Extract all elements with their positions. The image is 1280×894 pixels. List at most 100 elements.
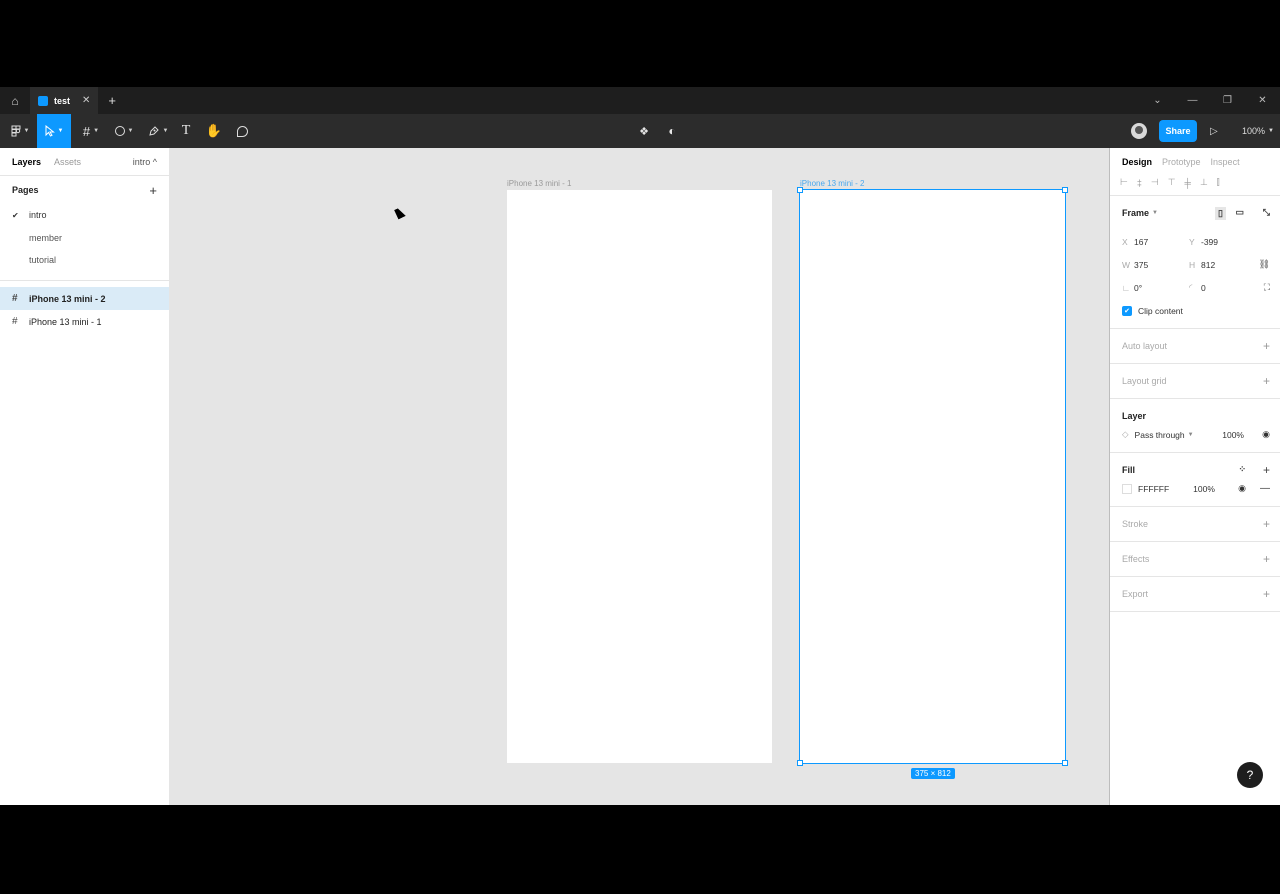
figma-app: ⌂ test ✕ + ⌄ — ❐ ✕ ▼ ▼ # ▼ ▼ ▼ T ✋ ❖ ◐ S… (0, 87, 1280, 805)
frame-label[interactable]: iPhone 13 mini - 2 (800, 179, 864, 188)
pen-icon (148, 126, 159, 136)
minimize-icon[interactable]: — (1175, 95, 1210, 106)
x-field[interactable]: X 167 (1122, 237, 1189, 247)
page-switcher[interactable]: intro ^ (133, 157, 157, 167)
chevron-down-icon: ▼ (23, 128, 30, 134)
frame-label[interactable]: iPhone 13 mini - 1 (507, 179, 571, 188)
play-icon[interactable]: ▷ (1210, 114, 1218, 148)
w-value: 375 (1134, 259, 1149, 270)
add-stroke-icon[interactable]: + (1263, 517, 1270, 531)
chevron-down-icon: ▼ (1268, 128, 1274, 134)
fill-opacity[interactable]: 100% (1193, 484, 1215, 494)
right-panel: Design Prototype Inspect ⊢ ‡ ⊣ ⊤ ╪ ⊥ ⫿ F… (1109, 148, 1280, 805)
close-tab-icon[interactable]: ✕ (82, 95, 90, 106)
radius-field[interactable]: ◜ 0 (1189, 282, 1256, 293)
page-item-tutorial[interactable]: tutorial (0, 249, 169, 272)
h-field[interactable]: H 812 (1189, 260, 1256, 270)
blend-mode-dropdown[interactable]: Pass through (1135, 430, 1185, 440)
left-panel-tabs: Layers Assets intro ^ (0, 148, 169, 176)
stroke-header: Stroke + (1110, 507, 1280, 541)
mask-button[interactable]: ◐ (663, 114, 681, 148)
comment-tool-button[interactable] (233, 114, 251, 148)
layers-list: # iPhone 13 mini - 2 # iPhone 13 mini - … (0, 280, 169, 333)
align-bottom-icon[interactable]: ⊥ (1200, 177, 1208, 188)
portrait-icon[interactable]: ▯ (1215, 207, 1226, 220)
selection-box (799, 189, 1066, 764)
align-top-icon[interactable]: ⊤ (1168, 177, 1176, 188)
hand-tool-button[interactable]: ✋ (205, 114, 223, 148)
add-layout-grid-icon[interactable]: + (1263, 374, 1270, 388)
tab-design[interactable]: Design (1122, 157, 1152, 167)
component-button[interactable]: ❖ (635, 114, 653, 148)
distribute-icon[interactable]: ⫿ (1217, 177, 1220, 188)
resize-handle[interactable] (1062, 760, 1068, 766)
resize-handle[interactable] (797, 187, 803, 193)
zoom-dropdown[interactable]: 100% ▼ (1242, 114, 1274, 148)
page-item-member[interactable]: member (0, 227, 169, 250)
align-center-icon[interactable]: ‡ (1137, 178, 1142, 188)
add-page-icon[interactable]: + (149, 183, 157, 198)
frame-title[interactable]: Frame (1122, 208, 1149, 218)
eye-icon[interactable]: ◉ (1238, 483, 1246, 494)
tab-assets[interactable]: Assets (54, 157, 81, 167)
independent-corners-icon[interactable]: ⛶ (1264, 282, 1270, 293)
main-menu-button[interactable]: ▼ (4, 114, 36, 148)
layer-item[interactable]: # iPhone 13 mini - 1 (0, 310, 169, 333)
align-middle-icon[interactable]: ╪ (1185, 178, 1191, 188)
frame-tool-button[interactable]: # ▼ (77, 114, 105, 148)
pen-tool-button[interactable]: ▼ (144, 114, 172, 148)
canvas[interactable]: iPhone 13 mini - 1 iPhone 13 mini - 2 37… (170, 148, 1109, 805)
add-fill-icon[interactable]: + (1263, 463, 1270, 477)
add-auto-layout-icon[interactable]: + (1263, 339, 1270, 353)
resize-handle[interactable] (797, 760, 803, 766)
constrain-proportions-icon[interactable]: ⛓ (1259, 259, 1270, 270)
frame-iphone-13-mini-1[interactable] (507, 190, 772, 763)
add-export-icon[interactable]: + (1263, 587, 1270, 601)
fill-hex[interactable]: FFFFFF (1138, 484, 1169, 494)
landscape-icon[interactable]: ▭ (1235, 207, 1244, 218)
restore-icon[interactable]: ❐ (1210, 95, 1245, 106)
stroke-section: Stroke + (1110, 507, 1280, 542)
tab-prototype[interactable]: Prototype (1162, 157, 1201, 167)
home-icon[interactable]: ⌂ (0, 87, 30, 114)
layer-opacity[interactable]: 100% (1222, 430, 1244, 440)
chevron-down-icon[interactable]: ⌄ (1140, 95, 1175, 106)
layer-label: iPhone 13 mini - 2 (29, 293, 106, 304)
close-window-icon[interactable]: ✕ (1245, 95, 1280, 106)
help-button[interactable]: ? (1237, 762, 1263, 788)
page-item-intro[interactable]: ✔ intro (0, 204, 169, 227)
layer-item[interactable]: # iPhone 13 mini - 2 (0, 287, 169, 310)
align-right-icon[interactable]: ⊣ (1151, 177, 1159, 188)
zoom-level: 100% (1242, 126, 1266, 136)
file-tab[interactable]: test ✕ (30, 87, 99, 114)
eye-icon[interactable]: ◉ (1262, 429, 1270, 440)
add-tab-icon[interactable]: + (108, 93, 116, 108)
right-panel-tabs: Design Prototype Inspect (1110, 148, 1280, 176)
fill-swatch[interactable] (1122, 483, 1132, 494)
y-field[interactable]: Y -399 (1189, 237, 1256, 247)
add-effect-icon[interactable]: + (1263, 552, 1270, 566)
text-tool-button[interactable]: T (177, 114, 195, 148)
clip-content-row[interactable]: ✔ Clip content (1110, 299, 1280, 322)
y-value: -399 (1201, 236, 1219, 247)
tab-layers[interactable]: Layers (12, 157, 41, 167)
style-grid-icon[interactable]: ⁘ (1238, 464, 1246, 475)
shape-tool-button[interactable]: ▼ (110, 114, 138, 148)
w-field[interactable]: W 375 (1122, 260, 1189, 270)
rotation-field[interactable]: ∟ 0° (1122, 283, 1189, 293)
pages-header: Pages + (0, 176, 169, 204)
resize-handle[interactable] (1062, 187, 1068, 193)
avatar[interactable] (1131, 123, 1147, 139)
chevron-down-icon[interactable]: ▼ (1152, 210, 1158, 216)
remove-fill-icon[interactable]: — (1260, 483, 1270, 494)
resize-to-fit-icon[interactable]: ⤡ (1263, 207, 1270, 218)
tab-inspect[interactable]: Inspect (1211, 157, 1240, 167)
move-tool-button[interactable]: ▼ (37, 114, 71, 148)
corner-radius-icon: ◜ (1189, 282, 1193, 292)
contrast-icon: ◐ (668, 124, 676, 138)
x-value: 167 (1134, 236, 1149, 247)
checkbox[interactable]: ✔ (1122, 305, 1132, 316)
align-left-icon[interactable]: ⊢ (1120, 177, 1128, 188)
fill-section: Fill ⁘ + FFFFFF 100% ◉ — (1110, 453, 1280, 507)
share-button[interactable]: Share (1159, 120, 1197, 142)
